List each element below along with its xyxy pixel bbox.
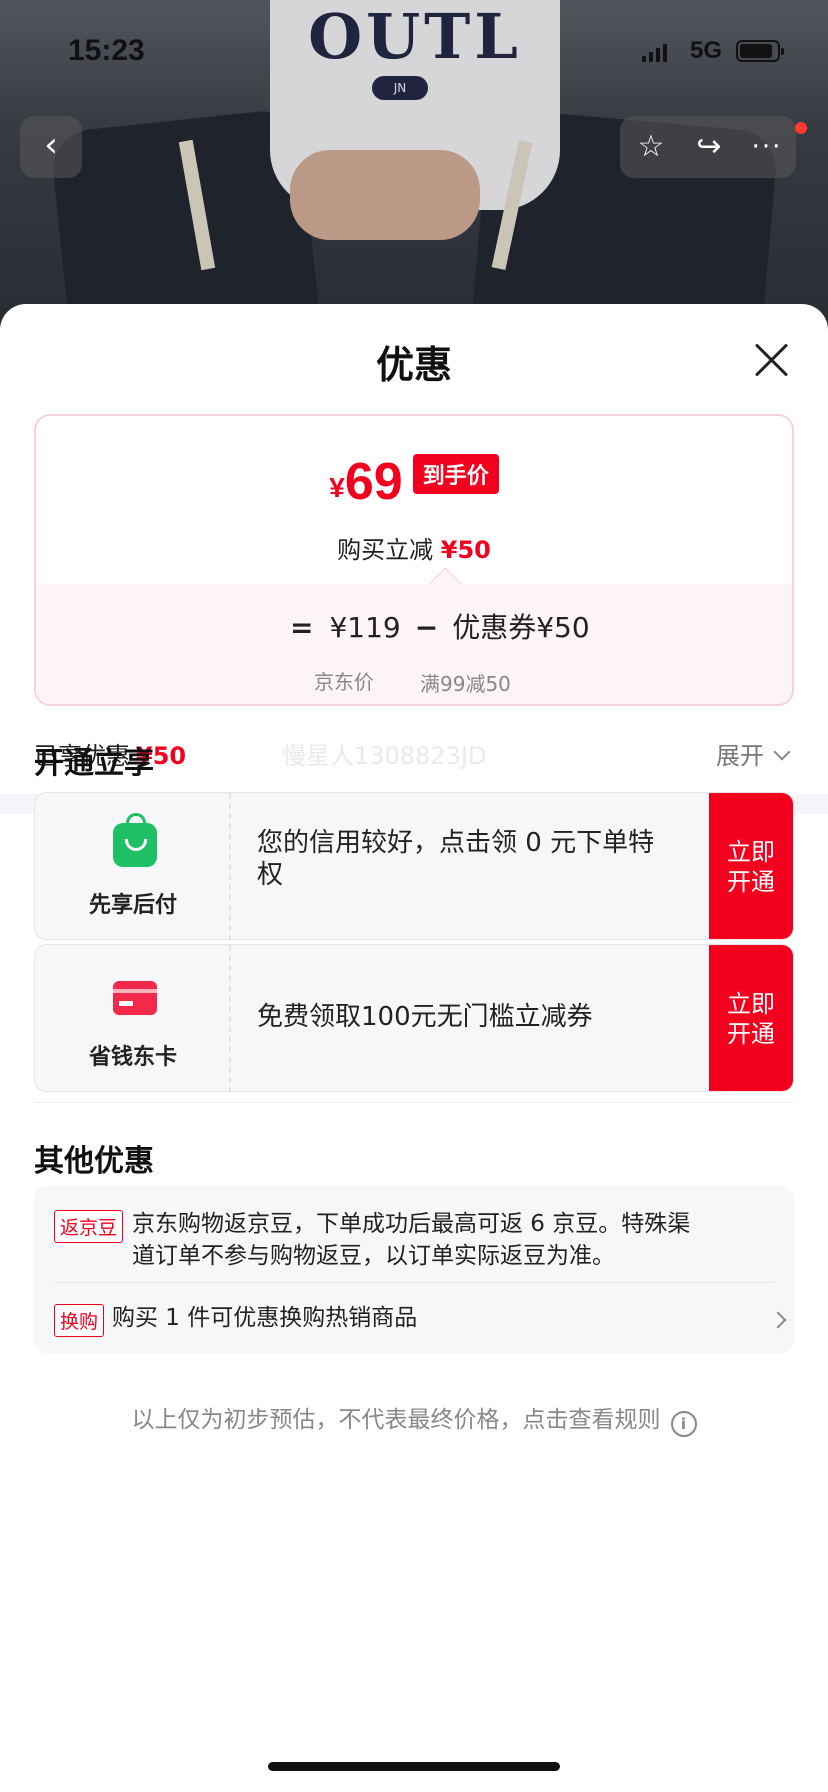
- more-icon[interactable]: ···: [738, 116, 796, 178]
- promo-name: 先享后付: [88, 893, 177, 918]
- promo-card-pay-later[interactable]: 先享后付 您的信用较好，点击领 0 元下单特权 立即 开通: [34, 792, 794, 940]
- info-icon: i: [670, 1411, 697, 1437]
- price-top: ¥69 到手价 购买立减 ¥50: [36, 416, 792, 584]
- instant-discount: 购买立减 ¥50: [36, 530, 792, 565]
- chevron-right-icon: [769, 1311, 787, 1329]
- share-icon[interactable]: ↪: [680, 116, 738, 178]
- open-now-button[interactable]: 立即 开通: [709, 793, 793, 939]
- other-discounts-box: 返京豆 京东购物返京豆，下单成功后最高可返 6 京豆。特殊渠道订单不参与购物返豆…: [34, 1186, 794, 1354]
- status-time: 15:23: [68, 34, 145, 67]
- expand-button[interactable]: 展开: [716, 736, 791, 771]
- final-price-amount: 69: [344, 453, 403, 511]
- promo-name: 省钱东卡: [88, 1045, 177, 1070]
- shopping-bag-icon: [113, 813, 157, 867]
- sheet-title: 优惠: [375, 343, 452, 387]
- home-indicator: [268, 1762, 560, 1771]
- open-now-line1: 立即: [727, 838, 775, 866]
- divider: [34, 1102, 794, 1103]
- discount-sheet: 优惠 ¥69 到手价 购买立减 ¥50 = ¥119− 优惠券¥50 京东价 满99减…: [0, 304, 828, 1792]
- equals-sign: =: [290, 611, 314, 644]
- row-text: 购买 1 件可优惠换购热销商品: [112, 1305, 418, 1331]
- open-now-button[interactable]: 立即 开通: [709, 945, 793, 1091]
- promo-left: 省钱东卡: [35, 945, 231, 1091]
- price-card: ¥69 到手价 购买立减 ¥50 = ¥119− 优惠券¥50 京东价 满99减50: [34, 414, 794, 706]
- signal-icon: [642, 44, 668, 62]
- base-price-label: 京东价: [314, 670, 374, 694]
- price-breakdown: = ¥119− 优惠券¥50 京东价 满99减50: [36, 584, 792, 704]
- chevron-left-icon: ‹: [44, 125, 58, 165]
- open-now-line2: 开通: [727, 868, 775, 896]
- status-bar: 15:23 5G: [0, 0, 828, 100]
- open-section-title: 开通立享: [34, 746, 154, 781]
- minus-sign: −: [414, 611, 439, 644]
- battery-icon: [736, 40, 784, 62]
- row-divider: [54, 1282, 774, 1283]
- price-formula: = ¥119− 优惠券¥50: [276, 606, 590, 646]
- open-now-line2: 开通: [727, 1020, 775, 1048]
- promo-card-savings[interactable]: 省钱东卡 免费领取100元无门槛立减券 立即 开通: [34, 944, 794, 1092]
- footer-note-text: 以上仅为初步预估，不代表最终价格，点击查看规则: [131, 1407, 661, 1433]
- credit-card-icon: [113, 981, 157, 1015]
- instant-discount-amount: ¥50: [440, 536, 491, 564]
- final-price: ¥69 到手价: [36, 452, 792, 512]
- final-price-tag: 到手价: [412, 454, 499, 494]
- star-icon[interactable]: ☆: [622, 116, 680, 178]
- base-price: ¥119: [329, 611, 401, 644]
- promo-text: 免费领取100元无门槛立减券: [257, 1002, 593, 1032]
- watermark: 慢星人1308823JD: [282, 742, 487, 770]
- network-type: 5G: [690, 37, 723, 64]
- coupon-condition: 满99减50: [420, 672, 511, 696]
- nav-actions: ☆ ↪ ···: [620, 116, 796, 178]
- expand-label: 展开: [716, 742, 764, 770]
- promo-left: 先享后付: [35, 793, 231, 939]
- row-tag: 返京豆: [54, 1210, 124, 1243]
- back-button[interactable]: ‹: [20, 116, 82, 178]
- notification-dot: [795, 122, 807, 134]
- chevron-down-icon: [773, 743, 791, 761]
- instant-discount-label: 购买立减: [337, 536, 434, 564]
- coupon-amount: 优惠券¥50: [452, 611, 590, 644]
- row-text: 京东购物返京豆，下单成功后最高可返 6 京豆。特殊渠道订单不参与购物返豆，以订单…: [132, 1211, 691, 1269]
- other-section-title: 其他优惠: [34, 1144, 154, 1179]
- row-tag: 换购: [54, 1304, 105, 1337]
- footer-note[interactable]: 以上仅为初步预估，不代表最终价格，点击查看规则 i: [0, 1400, 828, 1437]
- currency-symbol: ¥: [329, 472, 345, 503]
- promo-text: 您的信用较好，点击领 0 元下单特权: [257, 828, 655, 890]
- close-icon[interactable]: [752, 340, 792, 380]
- open-now-line1: 立即: [727, 990, 775, 1018]
